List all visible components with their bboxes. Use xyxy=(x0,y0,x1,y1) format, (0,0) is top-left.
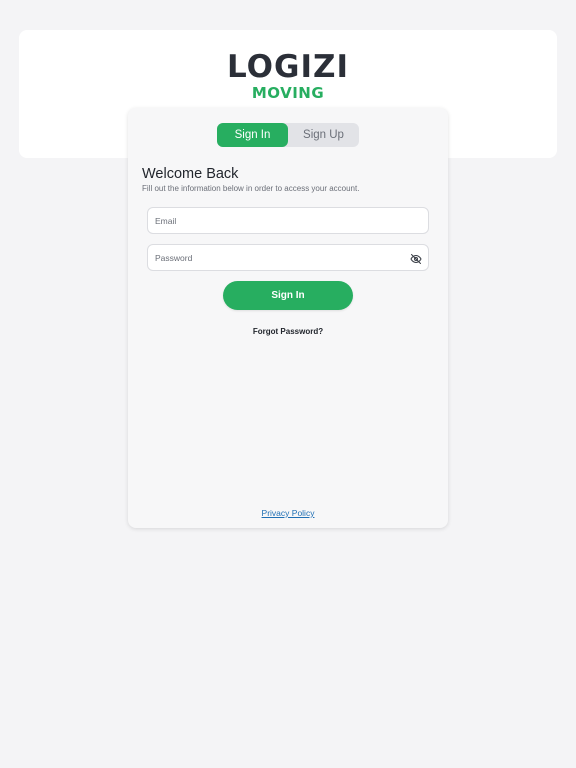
email-field-container xyxy=(147,207,429,234)
auth-card: Sign In Sign Up Welcome Back Fill out th… xyxy=(128,108,448,528)
eye-off-icon[interactable] xyxy=(410,252,422,264)
tab-sign-up[interactable]: Sign Up xyxy=(288,123,359,147)
logo-subtext: MOVING xyxy=(251,84,325,102)
tab-sign-in[interactable]: Sign In xyxy=(217,123,288,147)
password-field[interactable] xyxy=(148,245,428,270)
sign-in-button[interactable]: Sign In xyxy=(223,281,353,310)
privacy-policy-link[interactable]: Privacy Policy xyxy=(128,508,448,518)
login-page: LOGIZI MOVING Sign In Sign Up Welcome Ba… xyxy=(0,0,576,768)
password-field-container xyxy=(147,244,429,271)
email-field[interactable] xyxy=(148,208,428,233)
logo: LOGIZI MOVING xyxy=(19,49,557,103)
welcome-title: Welcome Back xyxy=(142,166,239,182)
forgot-password-link[interactable]: Forgot Password? xyxy=(128,327,448,336)
logo-text: LOGIZI xyxy=(227,49,349,85)
welcome-subtitle: Fill out the information below in order … xyxy=(142,184,360,193)
auth-tabs: Sign In Sign Up xyxy=(217,123,359,147)
